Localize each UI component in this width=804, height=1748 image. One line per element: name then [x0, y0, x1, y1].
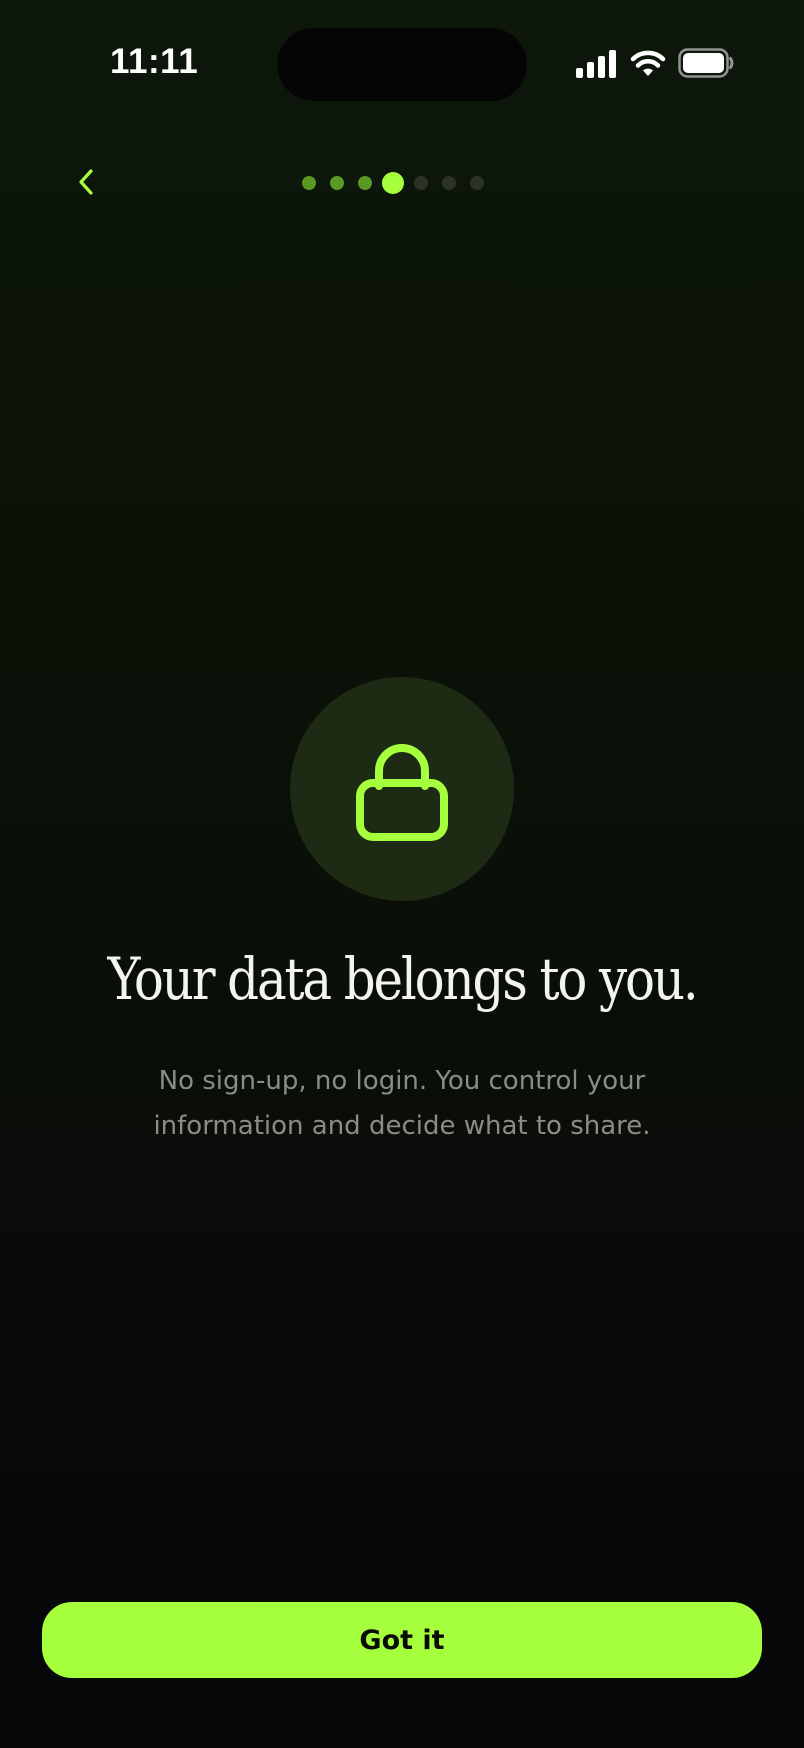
- page-title: Your data belongs to you.: [107, 945, 698, 1013]
- lock-icon: [356, 744, 448, 841]
- subtitle-line-2: information and decide what to share.: [153, 1111, 651, 1141]
- cellular-signal-icon: [576, 50, 616, 78]
- progress-dot: [470, 176, 484, 190]
- chevron-left-icon: [79, 169, 93, 195]
- dynamic-island: [277, 28, 527, 101]
- back-button[interactable]: [68, 160, 104, 204]
- page-subtitle: No sign-up, no login. You control your i…: [112, 1059, 692, 1149]
- lock-icon-badge: [290, 677, 514, 901]
- progress-dot: [414, 176, 428, 190]
- status-bar-time: 11:11: [110, 42, 199, 81]
- subtitle-line-1: No sign-up, no login. You control your: [158, 1066, 646, 1096]
- progress-dot: [442, 176, 456, 190]
- wifi-icon: [630, 50, 666, 76]
- progress-dot: [302, 176, 316, 190]
- onboarding-progress-indicator: [300, 170, 504, 196]
- got-it-button[interactable]: Got it: [42, 1602, 762, 1678]
- progress-dot: [358, 176, 372, 190]
- got-it-button-label: Got it: [359, 1624, 445, 1656]
- progress-dot: [330, 176, 344, 190]
- battery-icon: [678, 48, 734, 78]
- progress-dot-active: [382, 172, 404, 194]
